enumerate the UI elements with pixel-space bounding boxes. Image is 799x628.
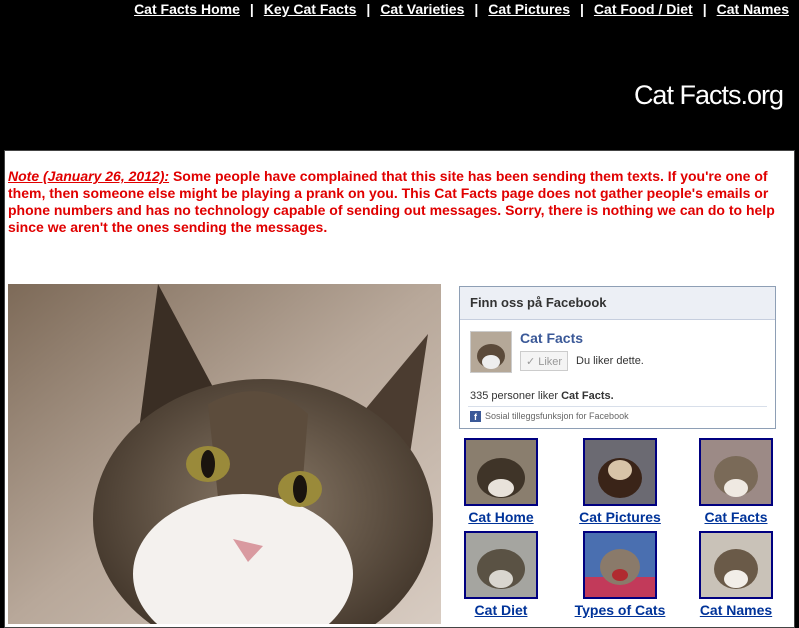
tile-link-cat-pictures[interactable]: Cat Pictures: [565, 509, 675, 525]
facebook-plugin-label[interactable]: f Sosial tilleggsfunksjon for Facebook: [470, 411, 629, 423]
cat-home-thumbnail[interactable]: [464, 438, 538, 506]
plugin-label-text: Sosial tilleggsfunksjon for Facebook: [485, 411, 629, 421]
nav-separator: |: [580, 1, 584, 17]
facebook-page-avatar[interactable]: [470, 331, 512, 373]
tile-link-cat-home[interactable]: Cat Home: [446, 509, 556, 525]
tile-link-cat-diet[interactable]: Cat Diet: [446, 602, 556, 618]
nav-cat-names[interactable]: Cat Names: [717, 1, 789, 17]
tile-cat-pictures[interactable]: Cat Pictures: [565, 438, 675, 525]
you-like-text: Du liker dette.: [576, 355, 644, 367]
site-header: Cat Facts Home | Key Cat Facts | Cat Varieti…: [0, 0, 799, 146]
nav-cat-pictures[interactable]: Cat Pictures: [488, 1, 570, 17]
tile-cat-diet[interactable]: Cat Diet: [446, 531, 556, 618]
cat-diet-thumbnail[interactable]: [464, 531, 538, 599]
facebook-box-header[interactable]: Finn oss på Facebook: [460, 287, 775, 320]
site-logo[interactable]: Cat Facts.org: [634, 80, 784, 111]
cat-pictures-thumbnail[interactable]: [583, 438, 657, 506]
nav-cat-facts-home[interactable]: Cat Facts Home: [134, 1, 240, 17]
tile-cat-home[interactable]: Cat Home: [446, 438, 556, 525]
tile-types-of-cats[interactable]: Types of Cats: [565, 531, 675, 618]
nav-cat-varieties[interactable]: Cat Varieties: [380, 1, 464, 17]
like-count: 335 personer liker Cat Facts.: [470, 390, 614, 402]
notice-date: Note (January 26, 2012):: [8, 168, 170, 184]
like-count-prefix: 335 personer liker: [470, 390, 562, 402]
cat-names-thumbnail[interactable]: [699, 531, 773, 599]
nav-cat-food-diet[interactable]: Cat Food / Diet: [594, 1, 693, 17]
check-icon: ✓: [525, 356, 539, 368]
nav-separator: |: [702, 1, 707, 17]
nav-separator: |: [474, 1, 479, 17]
divider: [468, 406, 767, 407]
tile-cat-names[interactable]: Cat Names: [681, 531, 791, 618]
nav-separator: |: [366, 1, 371, 17]
facebook-like-button[interactable]: ✓ Liker: [520, 351, 568, 371]
facebook-page-name[interactable]: Cat Facts: [520, 330, 583, 346]
cat-photo: [8, 284, 441, 624]
facebook-icon: f: [470, 411, 481, 423]
tile-link-cat-facts[interactable]: Cat Facts: [681, 509, 791, 525]
nav-key-cat-facts[interactable]: Key Cat Facts: [264, 1, 357, 17]
like-count-page: Cat Facts.: [561, 390, 614, 402]
main-content: Note (January 26, 2012): Some people hav…: [4, 150, 795, 628]
tile-cat-facts[interactable]: Cat Facts: [681, 438, 791, 525]
top-nav: Cat Facts Home | Key Cat Facts | Cat Varieti…: [134, 0, 789, 18]
tile-link-cat-names[interactable]: Cat Names: [681, 602, 791, 618]
tile-link-types-of-cats[interactable]: Types of Cats: [565, 602, 675, 618]
like-button-label: Liker: [538, 356, 563, 368]
cat-facts-thumbnail[interactable]: [699, 438, 773, 506]
notice-text: Note (January 26, 2012): Some people hav…: [8, 168, 793, 236]
facebook-like-box: Finn oss på Facebook Cat Facts ✓ Liker D…: [459, 286, 776, 429]
types-of-cats-thumbnail[interactable]: [583, 531, 657, 599]
nav-separator: |: [249, 1, 254, 17]
